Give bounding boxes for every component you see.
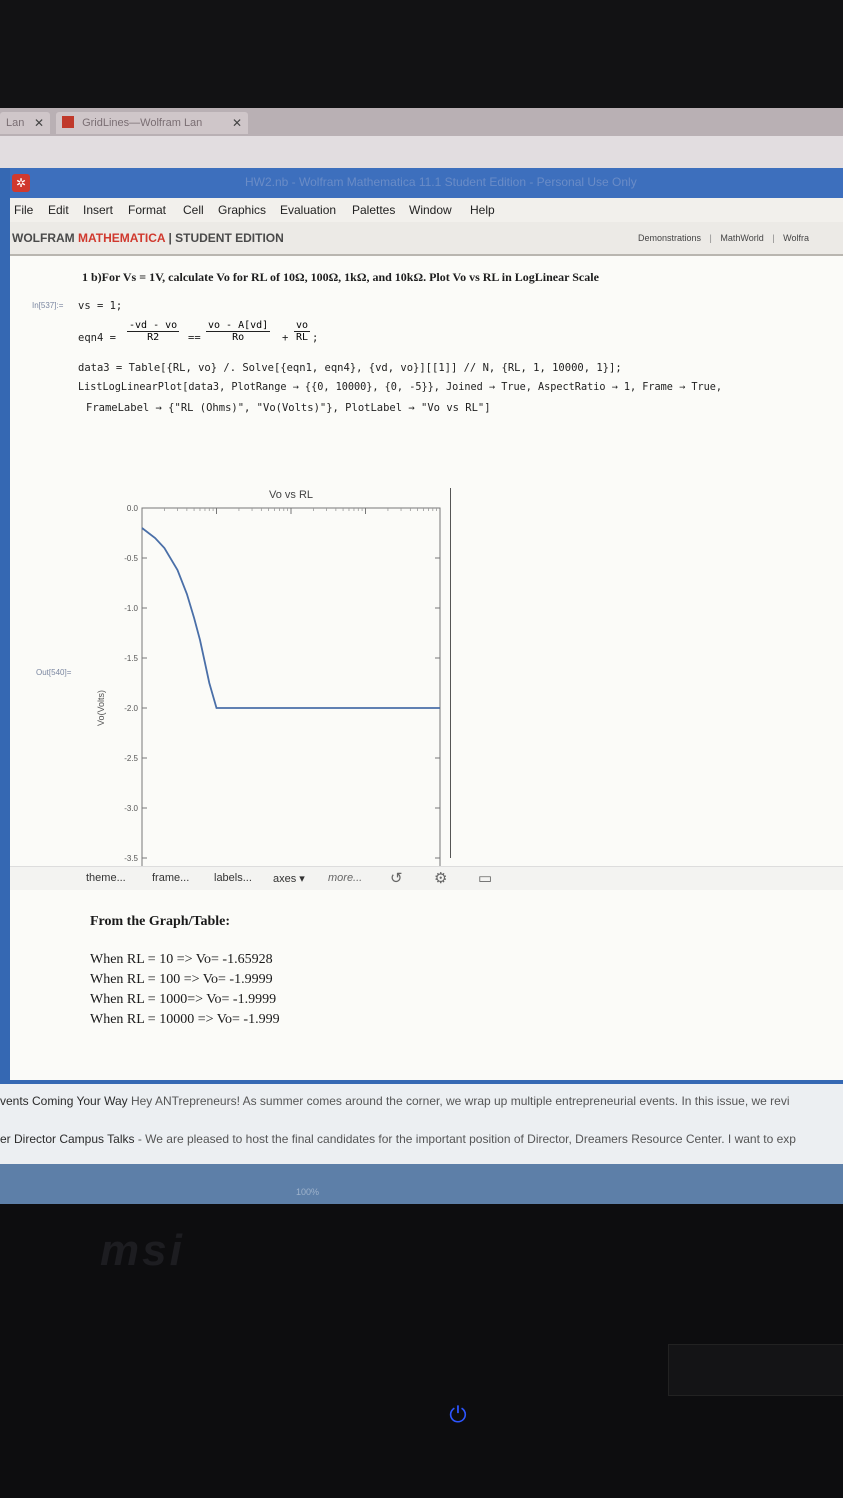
background-web-page: vents Coming Your Way Hey ANTrepreneurs!… <box>0 1084 843 1164</box>
brand-wolfram: WOLFRAM <box>12 231 75 245</box>
result-line: When RL = 10000 => Vo= -1.999 <box>90 1012 280 1027</box>
theme-button[interactable]: theme... <box>86 872 126 884</box>
axes-button[interactable]: axes ▾ <box>273 872 305 885</box>
y-tick-label: -1.0 <box>124 604 138 613</box>
plot-vo-vs-rl[interactable]: Vo vs RLRL (Ohms)Vo(Volts)0.0-0.5-1.0-1.… <box>10 256 843 866</box>
labels-button[interactable]: labels... <box>214 872 252 884</box>
laptop-body: msi ⏻ <box>0 1204 843 1498</box>
y-tick-label: -2.5 <box>124 754 138 763</box>
menu-evaluation[interactable]: Evaluation <box>280 203 336 217</box>
news-title[interactable]: vents Coming Your Way <box>0 1094 128 1108</box>
result-line: When RL = 1000=> Vo= -1.9999 <box>90 992 277 1007</box>
menu-graphics[interactable]: Graphics <box>218 203 266 217</box>
link-demonstrations[interactable]: Demonstrations <box>638 233 701 243</box>
tab-label: GridLines—Wolfram Lan <box>82 117 203 129</box>
tab-label: Lan <box>6 117 25 129</box>
series-line <box>141 527 440 709</box>
menu-help[interactable]: Help <box>470 203 495 217</box>
taskbar: 100% <box>0 1164 843 1204</box>
chart-title: Vo vs RL <box>269 489 313 501</box>
brand-edition: STUDENT EDITION <box>175 231 284 245</box>
y-tick-label: -3.0 <box>124 804 138 813</box>
more-button[interactable]: more... <box>328 872 362 884</box>
link-mathworld[interactable]: MathWorld <box>720 233 763 243</box>
notebook-area[interactable]: 1 b)For Vs = 1V, calculate Vo for RL of … <box>10 256 843 866</box>
results-text-cell[interactable]: From the Graph/Table: When RL = 10 => Vo… <box>10 890 843 1070</box>
menu-format[interactable]: Format <box>128 203 166 217</box>
y-tick-label: -2.0 <box>124 704 138 713</box>
result-line: When RL = 100 => Vo= -1.9999 <box>90 972 273 987</box>
y-tick-label: -3.5 <box>124 854 138 863</box>
news-item-2[interactable]: er Director Campus Talks - We are please… <box>0 1132 796 1146</box>
msi-logo: msi <box>100 1226 185 1275</box>
menu-edit[interactable]: Edit <box>48 203 69 217</box>
frame-button[interactable]: frame... <box>152 872 189 884</box>
browser-tab[interactable]: GridLines—Wolfram Lan ✕ <box>56 112 248 134</box>
browser-tab-strip: Lan ✕ GridLines—Wolfram Lan ✕ <box>0 108 843 136</box>
y-tick-label: -1.5 <box>124 654 138 663</box>
refresh-icon[interactable]: ↺ <box>390 869 403 887</box>
result-line: When RL = 10 => Vo= -1.65928 <box>90 952 273 967</box>
mathematica-app-icon[interactable]: ✲ <box>12 174 30 192</box>
plot-frame <box>141 507 441 866</box>
menu-palettes[interactable]: Palettes <box>352 203 395 217</box>
gear-icon[interactable]: ⚙ <box>434 869 447 887</box>
y-tick-label: 0.0 <box>127 504 139 513</box>
banner-links: Demonstrations | MathWorld | Wolfra <box>638 233 809 243</box>
menu-window[interactable]: Window <box>409 203 452 217</box>
browser-tab[interactable]: Lan ✕ <box>0 112 50 134</box>
brand-mathematica: MATHEMATICA <box>78 231 166 245</box>
news-text: - We are pleased to host the final candi… <box>137 1132 796 1146</box>
mathematica-window: ✲ HW2.nb - Wolfram Mathematica 11.1 Stud… <box>0 168 843 1080</box>
power-icon[interactable]: ⏻ <box>447 1404 469 1426</box>
brand-logo: WOLFRAM MATHEMATICA | STUDENT EDITION <box>12 231 284 245</box>
news-text: Hey ANTrepreneurs! As summer comes aroun… <box>130 1094 790 1108</box>
news-item-1[interactable]: vents Coming Your Way Hey ANTrepreneurs!… <box>0 1094 790 1108</box>
link-wolfram[interactable]: Wolfra <box>783 233 809 243</box>
results-heading: From the Graph/Table: <box>90 914 231 929</box>
wolfram-icon <box>62 116 74 128</box>
y-axis-label: Vo(Volts) <box>96 690 106 726</box>
menu-cell[interactable]: Cell <box>183 203 204 217</box>
monitor-bezel-top <box>0 0 843 108</box>
graphics-toolbar: theme... frame... labels... axes ▾ more.… <box>10 866 843 892</box>
browser-content-area <box>0 136 843 168</box>
close-icon[interactable]: ✕ <box>34 112 44 134</box>
speaker-grille <box>668 1344 843 1396</box>
menu-bar: File Edit Insert Format Cell Graphics Ev… <box>10 198 843 222</box>
zoom-level[interactable]: 100% <box>296 1187 319 1197</box>
news-title[interactable]: er Director Campus Talks <box>0 1132 134 1146</box>
window-title: HW2.nb - Wolfram Mathematica 11.1 Studen… <box>245 175 637 189</box>
menu-insert[interactable]: Insert <box>83 203 113 217</box>
y-tick-label: -0.5 <box>124 554 138 563</box>
comment-icon[interactable]: ▭ <box>478 869 492 887</box>
wolfram-banner: WOLFRAM MATHEMATICA | STUDENT EDITION De… <box>10 222 843 256</box>
menu-file[interactable]: File <box>14 203 33 217</box>
close-icon[interactable]: ✕ <box>232 112 242 134</box>
title-bar: ✲ HW2.nb - Wolfram Mathematica 11.1 Stud… <box>10 168 843 198</box>
